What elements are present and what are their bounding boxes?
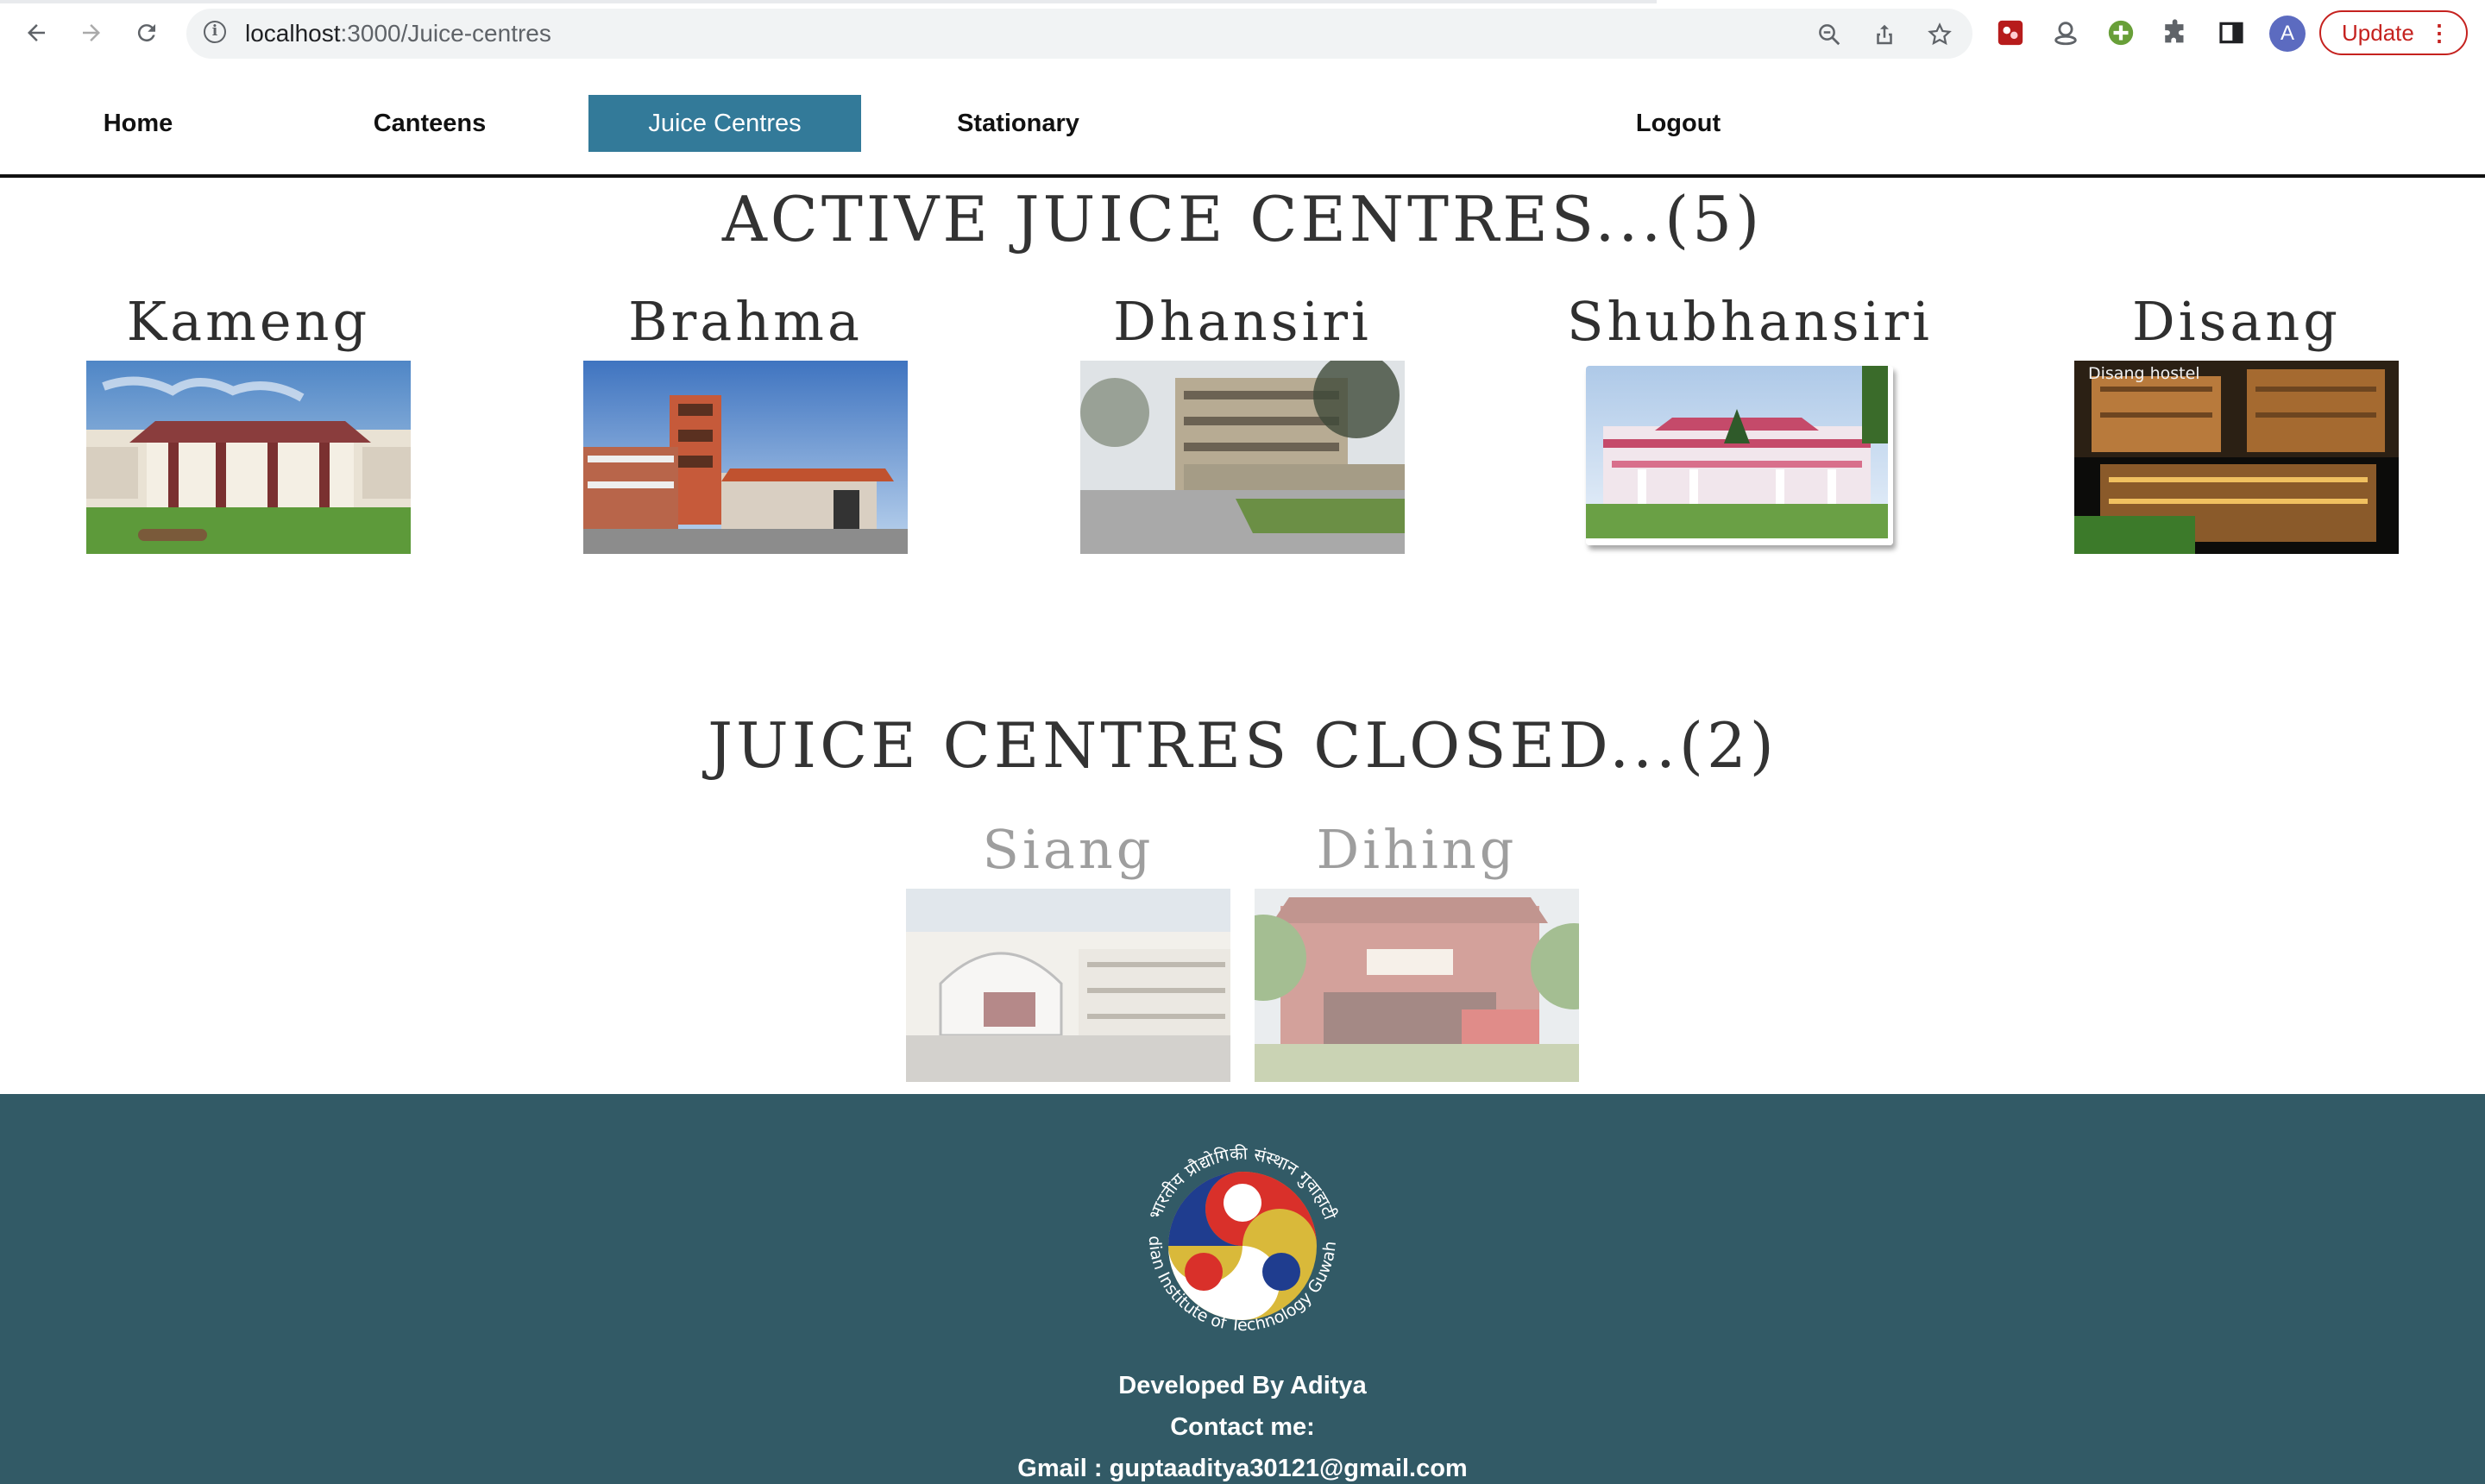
iit-guwahati-logo: भारतीय प्रौद्योगिकी संस्थान गुवाहाटी Ind… <box>1122 1125 1341 1335</box>
footer-contact-label: Contact me: <box>1170 1413 1315 1441</box>
disang-hostel-drawing <box>2074 361 2399 554</box>
bookmark-star-icon[interactable] <box>1924 19 1955 50</box>
shubhansiri-hostel-image[interactable] <box>1586 366 1893 545</box>
kameng-hostel-image[interactable] <box>86 361 411 554</box>
reload-icon[interactable] <box>129 16 164 50</box>
tab-strip-remnant <box>0 0 1657 3</box>
footer-gmail[interactable]: Gmail : guptaaditya30121@gmail.com <box>0 1455 2485 1483</box>
nav-home[interactable]: Home <box>69 95 207 152</box>
centre-name-siang: Siang <box>982 818 1154 881</box>
extension-red-icon[interactable] <box>1995 17 2026 48</box>
extension-spy-icon[interactable] <box>2050 17 2081 48</box>
footer: भारतीय प्रौद्योगिकी संस्थान गुवाहाटी Ind… <box>0 1094 2485 1484</box>
disang-hostel-image[interactable]: Disang hostel <box>2074 361 2399 554</box>
address-bar[interactable]: i localhost:3000/Juice-centres <box>186 9 1972 59</box>
share-icon[interactable] <box>1869 19 1900 50</box>
extensions-puzzle-icon[interactable] <box>2161 17 2192 48</box>
nav-stationary[interactable]: Stationary <box>932 95 1104 152</box>
active-section-title: ACTIVE JUICE CENTRES...(5) <box>721 183 1764 255</box>
update-label: Update <box>2342 20 2414 46</box>
centre-name-disang: Disang <box>2132 290 2341 353</box>
centre-name-dihing: Dihing <box>1316 818 1518 881</box>
side-panel-icon[interactable] <box>2216 17 2247 48</box>
extension-green-plus-icon[interactable] <box>2105 17 2136 48</box>
nav-juice-centres[interactable]: Juice Centres <box>588 95 861 152</box>
zoom-icon[interactable] <box>1814 19 1845 50</box>
profile-avatar[interactable]: A <box>2269 16 2306 52</box>
centre-name-shubhansiri: Shubhansiri <box>1567 290 1933 353</box>
url-path: :3000/Juice-centres <box>340 20 551 47</box>
back-icon[interactable] <box>19 16 53 50</box>
footer-developed-by: Developed By Aditya <box>1118 1372 1367 1399</box>
nav-logout[interactable]: Logout <box>1605 95 1752 152</box>
nav-canteens[interactable]: Canteens <box>347 95 513 152</box>
disang-image-caption: Disang hostel <box>2088 364 2200 383</box>
closed-section-title: JUICE CENTRES CLOSED...(2) <box>708 709 1777 782</box>
browser-toolbar: i localhost:3000/Juice-centres A Update … <box>0 0 2485 66</box>
more-menu-icon[interactable]: ⋮ <box>2428 12 2450 53</box>
site-info-icon[interactable]: i <box>204 21 226 43</box>
brahma-hostel-image[interactable] <box>583 361 908 554</box>
url-host: localhost <box>245 20 341 47</box>
siang-hostel-image[interactable] <box>906 889 1230 1082</box>
centre-name-kameng: Kameng <box>126 290 371 353</box>
dihing-hostel-image[interactable] <box>1255 889 1579 1082</box>
url-text[interactable]: localhost:3000/Juice-centres <box>245 20 551 47</box>
centre-name-brahma: Brahma <box>628 290 863 353</box>
browser-update-button[interactable]: Update ⋮ <box>2319 10 2468 55</box>
centre-name-dhansiri: Dhansiri <box>1113 290 1372 353</box>
forward-icon[interactable] <box>74 16 109 50</box>
main-navbar: Home Canteens Juice Centres Stationary L… <box>0 66 2485 178</box>
dhansiri-hostel-image[interactable] <box>1080 361 1405 554</box>
